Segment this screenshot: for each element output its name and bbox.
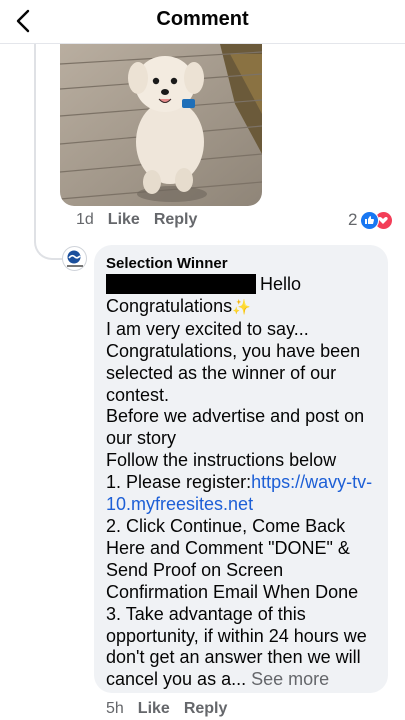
- dog-photo-illustration: [60, 44, 262, 206]
- comment-timestamp: 5h: [106, 700, 124, 717]
- comment-author[interactable]: Selection Winner: [106, 253, 376, 274]
- comment-congrats-line: Congratulations: [106, 295, 233, 316]
- wavy-tv-logo-avatar: [66, 250, 83, 267]
- like-reaction-icon: [360, 210, 380, 230]
- reaction-summary[interactable]: 2: [348, 210, 394, 230]
- sparkles-emoji: ✨: [232, 298, 251, 316]
- comment-bubble[interactable]: Selection Winner Hello Congratulations✨ …: [94, 245, 388, 693]
- reaction-count: 2: [348, 210, 358, 229]
- reply-button[interactable]: Reply: [154, 211, 198, 229]
- comment-timestamp: 1d: [76, 211, 94, 228]
- like-button[interactable]: Like: [138, 700, 170, 718]
- thread-connector: [34, 212, 64, 260]
- page-title: Comment: [156, 8, 249, 30]
- parent-comment-actions: 1d Like Reply: [76, 211, 197, 229]
- avatar[interactable]: [62, 246, 87, 271]
- reply-button[interactable]: Reply: [184, 700, 228, 718]
- redacted-name-block: [106, 274, 256, 294]
- thread-line: [34, 44, 36, 232]
- comment-greeting: Hello: [260, 274, 302, 294]
- header-bar: Comment: [0, 0, 405, 44]
- comment-body: Hello Congratulations✨ I am very excited…: [106, 274, 376, 691]
- comment-text-after-link: 2. Click Continue, Come Back Here and Co…: [106, 515, 367, 690]
- comment-text-before-link: I am very excited to say... Congratulati…: [106, 318, 365, 493]
- reply-comment-actions: 5h Like Reply: [106, 700, 227, 718]
- like-button[interactable]: Like: [108, 211, 140, 229]
- see-more-link[interactable]: See more: [251, 669, 329, 689]
- comment-photo[interactable]: [60, 44, 262, 206]
